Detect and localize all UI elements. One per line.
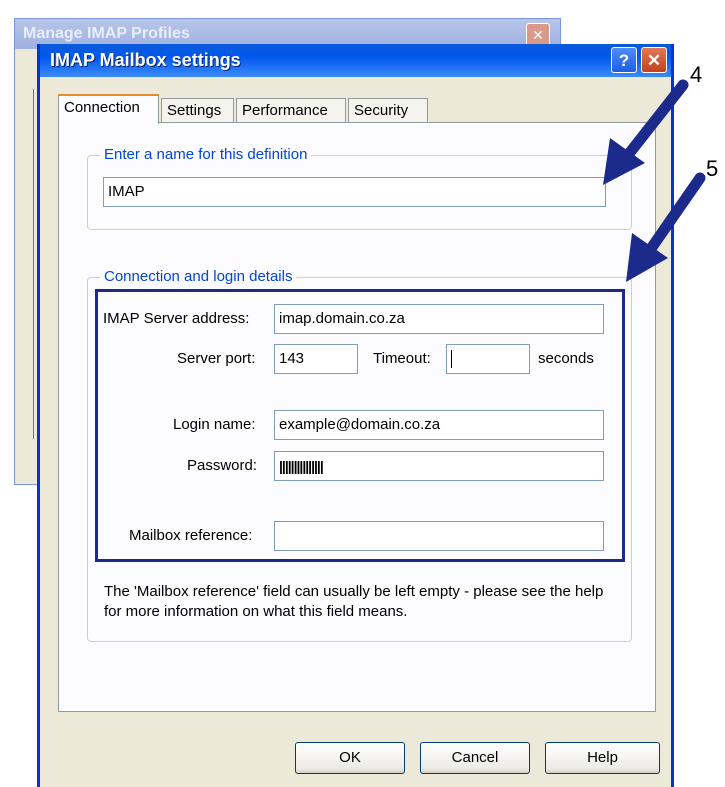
tab-connection[interactable]: Connection <box>58 94 159 124</box>
callout-number-5: 5 <box>706 156 719 181</box>
arrow-5-shaft <box>644 172 706 256</box>
callout-number-4: 4 <box>690 62 703 87</box>
arrow-4-shaft <box>622 79 689 161</box>
